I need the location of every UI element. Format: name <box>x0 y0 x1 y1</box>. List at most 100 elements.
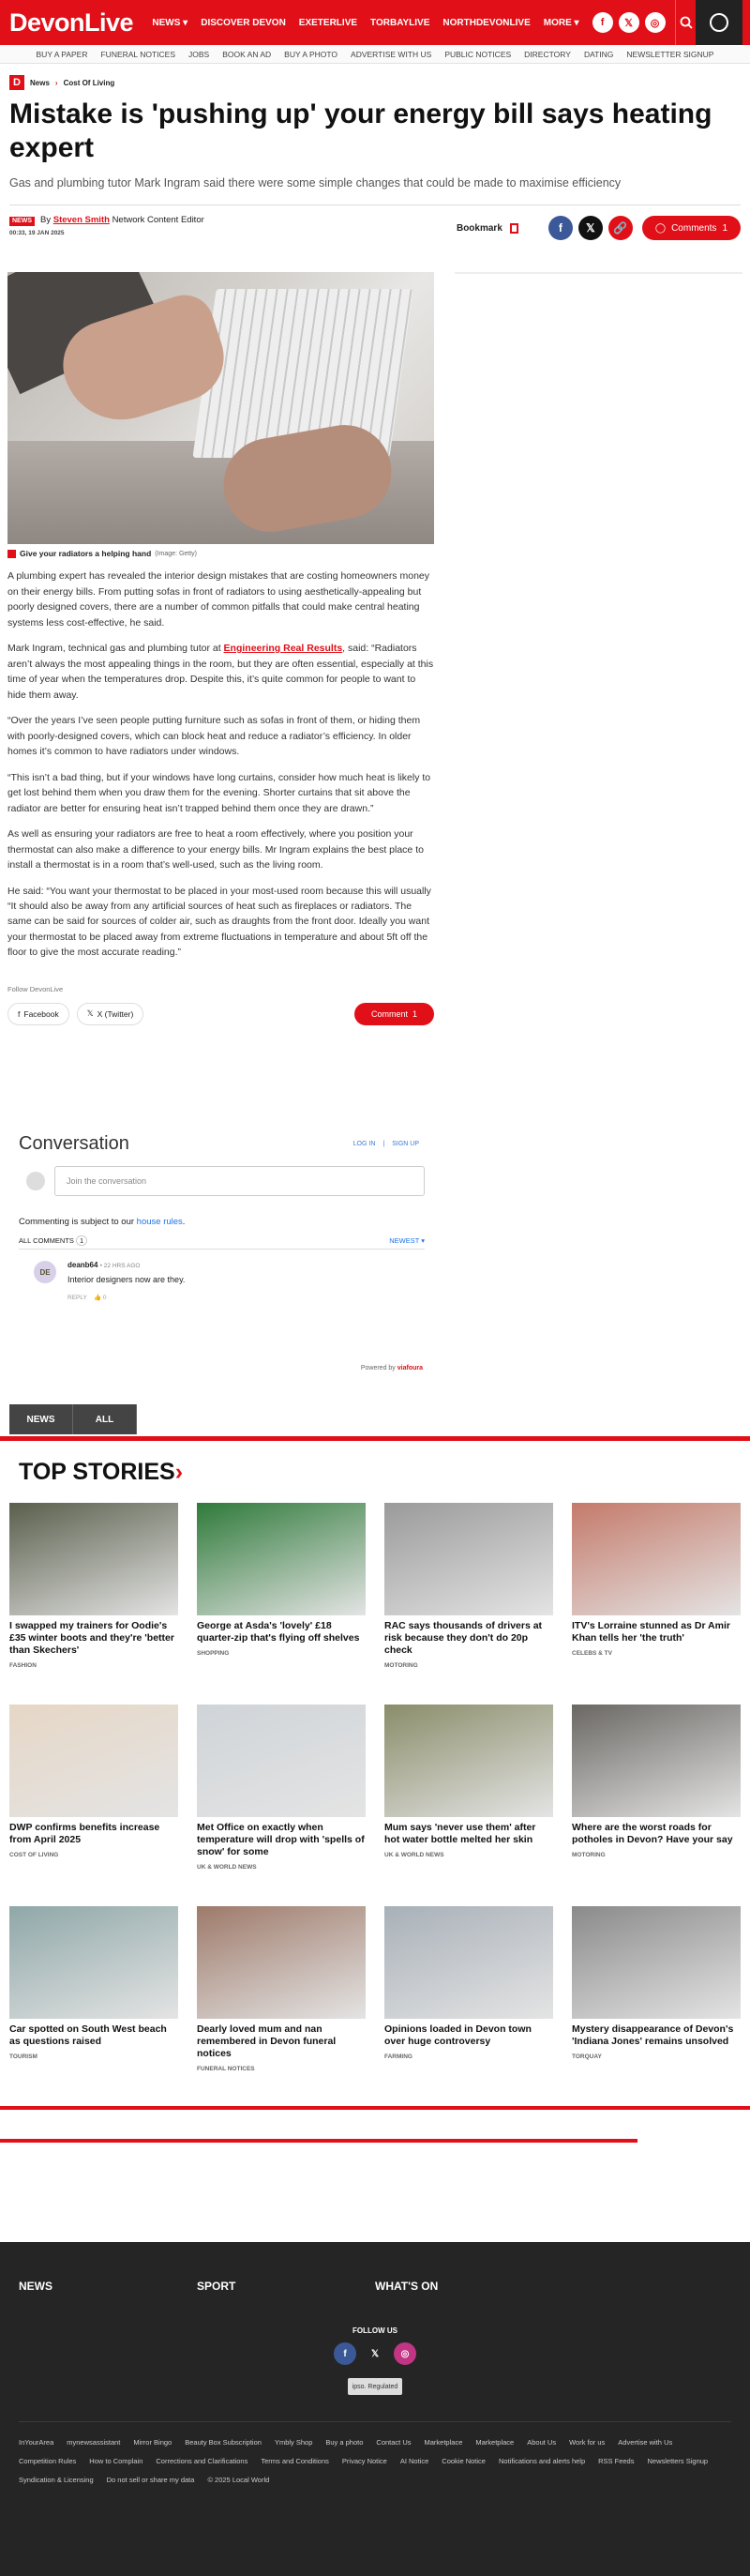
subnav-directory[interactable]: DIRECTORY <box>524 50 571 59</box>
footer-link[interactable]: Privacy Notice <box>342 2452 387 2471</box>
story-card[interactable]: Where are the worst roads for potholes i… <box>572 1705 741 1858</box>
story-title[interactable]: I swapped my trainers for Oodie's £35 wi… <box>9 1620 178 1657</box>
story-title[interactable]: Mystery disappearance of Devon's 'Indian… <box>572 2023 741 2048</box>
footer-link[interactable]: Contact Us <box>376 2433 411 2452</box>
login-link[interactable]: LOG IN <box>353 1141 376 1147</box>
story-card[interactable]: RAC says thousands of drivers at risk be… <box>384 1503 553 1669</box>
story-title[interactable]: Dearly loved mum and nan remembered in D… <box>197 2023 366 2060</box>
footer-link[interactable]: Advertise with Us <box>618 2433 672 2452</box>
footer-link[interactable]: How to Complain <box>89 2452 142 2471</box>
x-share-icon[interactable]: 𝕏 <box>578 216 603 240</box>
story-card[interactable]: Mystery disappearance of Devon's 'Indian… <box>572 1906 741 2060</box>
footer-whats-on[interactable]: WHAT'S ON <box>375 2280 553 2293</box>
footer-link[interactable]: Terms and Conditions <box>261 2452 329 2471</box>
facebook-icon[interactable]: f <box>334 2342 356 2365</box>
footer-link[interactable]: © 2025 Local World <box>207 2471 269 2490</box>
tab-news[interactable]: NEWS <box>9 1404 73 1434</box>
story-category[interactable]: COST OF LIVING <box>9 1852 178 1858</box>
footer-link[interactable]: Syndication & Licensing <box>19 2471 94 2490</box>
story-thumbnail[interactable] <box>572 1906 741 2019</box>
story-title[interactable]: Car spotted on South West beach as quest… <box>9 2023 178 2048</box>
story-category[interactable]: FASHION <box>9 1662 178 1669</box>
instagram-icon[interactable]: ◎ <box>394 2342 416 2365</box>
footer-link[interactable]: Marketplace <box>425 2433 463 2452</box>
footer-link[interactable]: Mirror Bingo <box>133 2433 172 2452</box>
story-thumbnail[interactable] <box>384 1705 553 1817</box>
signup-link[interactable]: SIGN UP <box>392 1141 419 1147</box>
story-category[interactable]: SHOPPING <box>197 1650 366 1657</box>
engineering-real-results-link[interactable]: Engineering Real Results <box>224 643 343 654</box>
story-title[interactable]: George at Asda's 'lovely' £18 quarter-zi… <box>197 1620 366 1644</box>
subnav-buy-photo[interactable]: BUY A PHOTO <box>284 50 338 59</box>
story-card[interactable]: Opinions loaded in Devon town over huge … <box>384 1906 553 2060</box>
like-icon[interactable]: 👍 <box>94 1295 101 1301</box>
subnav-book-ad[interactable]: BOOK AN AD <box>222 50 271 59</box>
story-card[interactable]: ITV's Lorraine stunned as Dr Amir Khan t… <box>572 1503 741 1657</box>
story-category[interactable]: MOTORING <box>572 1852 741 1858</box>
story-title[interactable]: Opinions loaded in Devon town over huge … <box>384 2023 553 2048</box>
story-category[interactable]: TORQUAY <box>572 2053 741 2060</box>
breadcrumb-news[interactable]: News <box>30 79 50 87</box>
story-category[interactable]: UK & WORLD NEWS <box>384 1852 553 1858</box>
story-category[interactable]: UK & WORLD NEWS <box>197 1864 366 1871</box>
ipso-badge[interactable]: ipso. Regulated <box>348 2378 402 2395</box>
nav-more[interactable]: MORE ▾ <box>544 18 579 28</box>
footer-link[interactable]: RSS Feeds <box>598 2452 634 2471</box>
subnav-jobs[interactable]: JOBS <box>188 50 209 59</box>
story-card[interactable]: George at Asda's 'lovely' £18 quarter-zi… <box>197 1503 366 1657</box>
story-card[interactable]: I swapped my trainers for Oodie's £35 wi… <box>9 1503 178 1669</box>
story-card[interactable]: Met Office on exactly when temperature w… <box>197 1705 366 1871</box>
footer-link[interactable]: Beauty Box Subscription <box>185 2433 262 2452</box>
footer-link[interactable]: Notifications and alerts help <box>499 2452 585 2471</box>
reply-button[interactable]: REPLY <box>68 1295 87 1301</box>
nav-torbaylive[interactable]: TORBAYLIVE <box>370 18 429 28</box>
story-thumbnail[interactable] <box>384 1503 553 1615</box>
facebook-share-button[interactable]: f Facebook <box>8 1002 69 1025</box>
story-thumbnail[interactable] <box>9 1503 178 1615</box>
comment-user[interactable]: deanb64 <box>68 1261 98 1269</box>
top-stories-heading[interactable]: TOP STORIES› <box>19 1459 183 1486</box>
breadcrumb-cost-of-living[interactable]: Cost Of Living <box>64 79 115 87</box>
viafoura-logo[interactable]: viafoura <box>398 1365 423 1371</box>
nav-northdevonlive[interactable]: NORTHDEVONLIVE <box>442 18 530 28</box>
account-button[interactable] <box>696 0 742 45</box>
footer-link[interactable]: Ymbly Shop <box>275 2433 312 2452</box>
story-title[interactable]: RAC says thousands of drivers at risk be… <box>384 1620 553 1657</box>
story-card[interactable]: Mum says 'never use them' after hot wate… <box>384 1705 553 1858</box>
footer-link[interactable]: mynewsassistant <box>67 2433 120 2452</box>
site-logo[interactable]: DevonLive <box>9 8 152 38</box>
x-share-button[interactable]: 𝕏X (Twitter) <box>76 1002 144 1025</box>
story-card[interactable]: Dearly loved mum and nan remembered in D… <box>197 1906 366 2072</box>
story-title[interactable]: ITV's Lorraine stunned as Dr Amir Khan t… <box>572 1620 741 1644</box>
footer-link[interactable]: InYourArea <box>19 2433 53 2452</box>
footer-news[interactable]: NEWS <box>19 2280 197 2293</box>
story-thumbnail[interactable] <box>9 1906 178 2019</box>
footer-link[interactable]: Marketplace <box>475 2433 514 2452</box>
story-thumbnail[interactable] <box>572 1503 741 1615</box>
footer-link[interactable]: AI Notice <box>400 2452 428 2471</box>
house-rules-link[interactable]: house rules <box>137 1217 183 1227</box>
footer-link[interactable]: Competition Rules <box>19 2452 76 2471</box>
story-title[interactable]: Where are the worst roads for potholes i… <box>572 1822 741 1846</box>
author-link[interactable]: Steven Smith <box>53 215 110 225</box>
subnav-newsletter[interactable]: NEWSLETTER SIGNUP <box>626 50 713 59</box>
story-category[interactable]: MOTORING <box>384 1662 553 1669</box>
subnav-dating[interactable]: DATING <box>584 50 613 59</box>
story-title[interactable]: Mum says 'never use them' after hot wate… <box>384 1822 553 1846</box>
instagram-icon[interactable]: ◎ <box>644 12 666 33</box>
link-share-icon[interactable]: 🔗 <box>608 216 633 240</box>
subnav-funeral-notices[interactable]: FUNERAL NOTICES <box>100 50 175 59</box>
search-icon[interactable] <box>674 0 697 45</box>
join-conversation-input[interactable]: Join the conversation <box>54 1166 425 1196</box>
comment-button[interactable]: Comment 1 <box>353 1002 434 1025</box>
footer-link[interactable]: Do not sell or share my data <box>107 2471 195 2490</box>
x-icon[interactable]: 𝕏 <box>618 12 639 33</box>
facebook-share-icon[interactable]: f <box>548 216 573 240</box>
subnav-buy-paper[interactable]: BUY A PAPER <box>37 50 88 59</box>
all-comments-tab[interactable]: ALL COMMENTS 1 <box>19 1235 88 1246</box>
facebook-icon[interactable]: f <box>592 12 613 33</box>
sort-dropdown[interactable]: NEWEST ▾ <box>389 1236 425 1245</box>
subnav-advertise[interactable]: ADVERTISE WITH US <box>351 50 431 59</box>
story-category[interactable]: CELEBS & TV <box>572 1650 741 1657</box>
story-card[interactable]: Car spotted on South West beach as quest… <box>9 1906 178 2060</box>
